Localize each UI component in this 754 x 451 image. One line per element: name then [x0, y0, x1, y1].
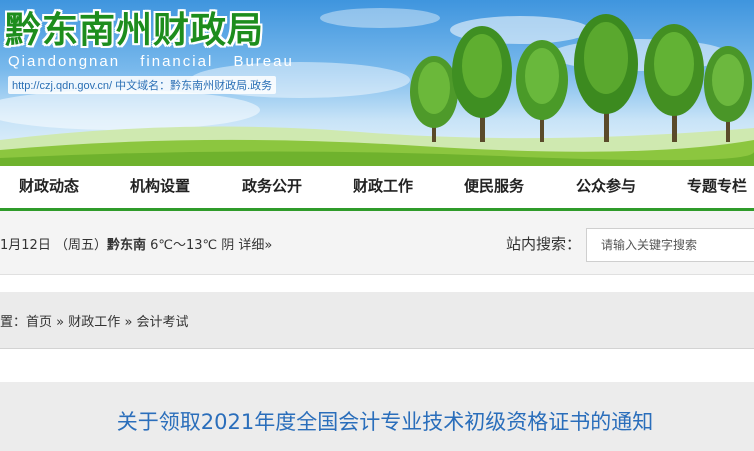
info-bar: 1月12日 （周五）黔东南 6℃～13℃ 阴 详细» 站内搜索： [0, 211, 754, 275]
weather-detail-link[interactable]: 详细» [238, 238, 272, 253]
nav-item-finance-work[interactable]: 财政工作 [353, 166, 413, 208]
main-nav: 财政动态 机构设置 政务公开 财政工作 便民服务 公众参与 专题专栏 [0, 166, 754, 211]
search-label: 站内搜索： [506, 235, 582, 253]
nav-item-finance-news[interactable]: 财政动态 [19, 166, 79, 208]
header-banner: 黔东南州财政局 Qiandongnan financial Bureau htt… [0, 0, 754, 166]
breadcrumb-home[interactable]: 首页 [26, 315, 52, 330]
site-subtitle: Qiandongnan financial Bureau [8, 53, 294, 70]
weather-label: 6℃～13℃ 阴 [150, 238, 235, 253]
breadcrumb-separator: » [56, 315, 65, 330]
nav-item-public-participation[interactable]: 公众参与 [576, 166, 636, 208]
nav-item-special-topics[interactable]: 专题专栏 [687, 166, 747, 208]
breadcrumb-accounting-exam[interactable]: 会计考试 [137, 315, 189, 330]
city-label: 黔东南 [106, 238, 146, 253]
nav-item-government-affairs[interactable]: 政务公开 [242, 166, 302, 208]
breadcrumb: 置：首页 » 财政工作 » 会计考试 [0, 311, 189, 330]
date-weather: 1月12日 （周五）黔东南 6℃～13℃ 阴 详细» [0, 234, 272, 253]
article-header: 关于领取2021年度全国会计专业技术初级资格证书的通知 [0, 382, 754, 451]
breadcrumb-prefix: 置： [0, 315, 27, 330]
article-title: 关于领取2021年度全国会计专业技术初级资格证书的通知 [116, 410, 654, 434]
site-title: 黔东南州财政局 [5, 9, 265, 51]
search-input[interactable] [586, 228, 754, 262]
breadcrumb-bar: 置：首页 » 财政工作 » 会计考试 [0, 292, 754, 349]
breadcrumb-finance-work[interactable]: 财政工作 [68, 315, 120, 330]
nav-item-public-services[interactable]: 便民服务 [464, 166, 524, 208]
breadcrumb-separator: » [124, 315, 133, 330]
date-label: 1月12日 （周五） [0, 238, 107, 253]
nav-item-organization[interactable]: 机构设置 [130, 166, 190, 208]
site-domain-link[interactable]: http://czj.qdn.gov.cn/ 中文域名：黔东南州财政局.政务 [8, 76, 277, 94]
